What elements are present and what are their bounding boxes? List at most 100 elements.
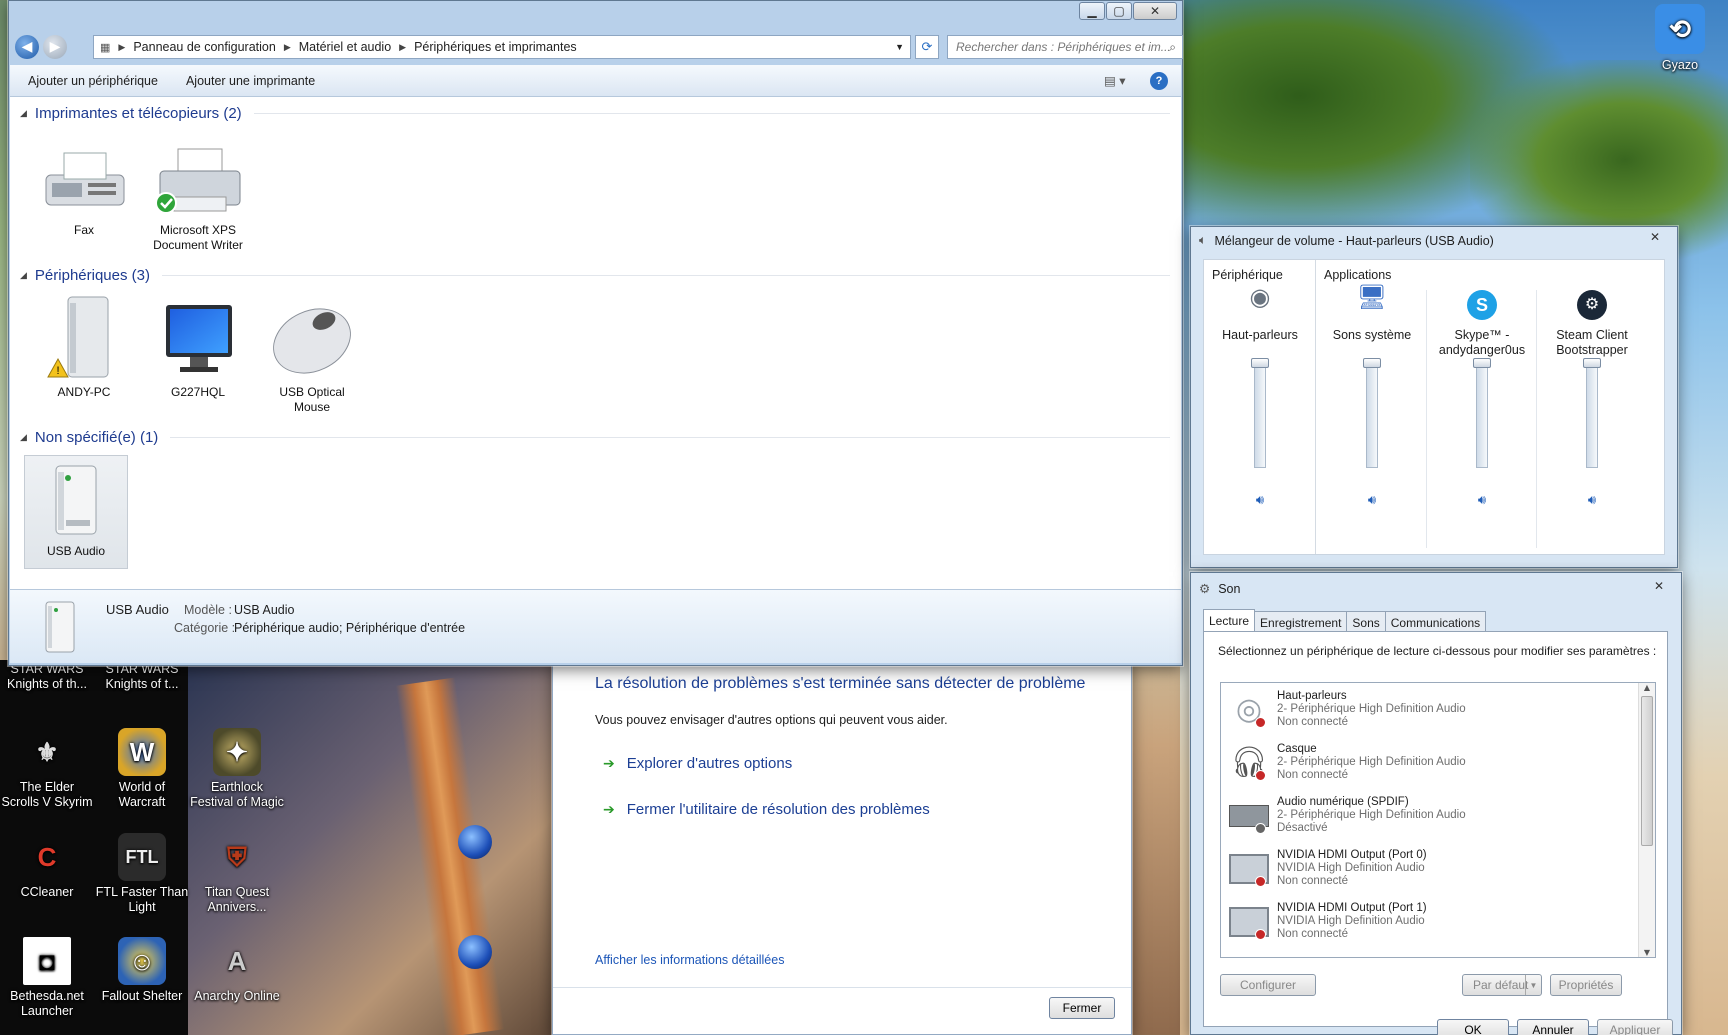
breadcrumb-separator-icon: ▶ [283, 41, 291, 52]
list-item[interactable]: ◎ Haut-parleurs 2- Périphérique High Defi… [1221, 683, 1639, 736]
minimize-button[interactable]: ▁ [1079, 2, 1105, 20]
search-input[interactable]: Rechercher dans : Périphériques et im...… [947, 35, 1183, 59]
troubleshooter-subtitle: Vous pouvez envisager d'autres options q… [595, 713, 948, 727]
control-panel-icon: ▦ [100, 41, 111, 54]
device-mouse[interactable]: USB Optical Mouse [260, 299, 364, 415]
spdif-icon [1221, 789, 1277, 842]
device-status: Non connecté [1277, 875, 1348, 887]
add-device-button[interactable]: Ajouter un périphérique [10, 74, 172, 88]
details-pane: USB Audio Modèle : USB Audio Catégorie :… [10, 589, 1181, 663]
help-icon[interactable]: ? [1150, 71, 1168, 90]
device-name: Haut-parleurs [1277, 690, 1347, 702]
breadcrumb-item[interactable]: Panneau de configuration [133, 40, 275, 54]
refresh-icon[interactable]: ⟳ [915, 35, 939, 59]
mixer-titlebar: 🔈︎ Mélangeur de volume - Haut-parleurs (… [1199, 233, 1494, 248]
set-default-button[interactable]: Par défaut ▼ [1462, 974, 1542, 996]
list-item[interactable]: 🎧︎ Casque 2- Périphérique High Definition… [1221, 736, 1639, 789]
group-header-unspecified[interactable]: ◢ Non spécifié(e) (1) [20, 429, 1170, 446]
sound-close-button[interactable]: ✕ [1643, 577, 1675, 595]
details-category-label: Catégorie : [174, 621, 236, 635]
apply-button[interactable]: Appliquer [1597, 1019, 1673, 1035]
mute-speaker-icon[interactable]: 🔊︎ [1252, 492, 1268, 507]
explore-options-link[interactable]: ➔ Explorer d'autres options [603, 755, 792, 772]
desktop-icon-earthlock[interactable]: ✦ Earthlock Festival of Magic [190, 728, 284, 810]
close-window-button[interactable]: ✕ [1133, 2, 1177, 20]
back-icon[interactable]: ◀ [15, 35, 39, 59]
list-item[interactable]: NVIDIA HDMI Output (Port 0) NVIDIA High D… [1221, 842, 1639, 895]
scroll-up-icon[interactable]: ▲ [1639, 683, 1655, 692]
mute-speaker-icon[interactable]: 🔊︎ [1364, 492, 1380, 507]
breadcrumb-item[interactable]: Périphériques et imprimantes [414, 40, 577, 54]
explorer-window: ▁ ▢ ✕ ◀ ▶ ▦ ▶ Panneau de configuration ▶… [8, 0, 1183, 666]
scrollbar-thumb[interactable] [1641, 696, 1653, 846]
close-button[interactable]: Fermer [1049, 997, 1115, 1019]
close-troubleshooter-link[interactable]: ➔ Fermer l'utilitaire de résolution des … [603, 801, 930, 818]
configure-button[interactable]: Configurer [1220, 974, 1316, 996]
device-label: G227HQL [170, 385, 226, 399]
desktop-icon-ftl[interactable]: FTL FTL Faster Than Light [95, 833, 189, 915]
channel-skype: S Skype™ - andydanger0us 🔊︎ [1428, 260, 1536, 554]
usb-audio-device-icon [40, 600, 80, 657]
device-monitor[interactable]: G227HQL [146, 299, 250, 400]
volume-slider-thumb[interactable] [1473, 358, 1491, 368]
device-status: Non connecté [1277, 716, 1348, 728]
address-bar[interactable]: ▦ ▶ Panneau de configuration ▶ Matériel … [93, 35, 911, 59]
list-item[interactable]: NVIDIA HDMI Output (Port 1) NVIDIA High D… [1221, 895, 1639, 948]
desktop-icon-star-wars-1[interactable]: STAR WARS Knights of th... [0, 662, 94, 692]
device-fax[interactable]: Fax [32, 137, 136, 238]
skyrim-icon: ⚜ [35, 736, 59, 767]
scroll-down-icon[interactable]: ▼ [1639, 948, 1655, 957]
search-icon: ⌕ [1169, 39, 1176, 54]
details-link[interactable]: Afficher les informations détaillées [595, 953, 784, 967]
add-printer-button[interactable]: Ajouter une imprimante [172, 74, 329, 88]
forward-icon[interactable]: ▶ [43, 35, 67, 59]
volume-slider[interactable] [1476, 358, 1488, 468]
desktop-icon-fallout-shelter[interactable]: ☺ Fallout Shelter [95, 937, 189, 1004]
desktop-icon-star-wars-2[interactable]: STAR WARS Knights of t... [95, 662, 189, 692]
breadcrumb-item[interactable]: Matériel et audio [299, 40, 391, 54]
device-andy-pc[interactable]: ! ANDY-PC [32, 296, 136, 400]
desktop-icon-skyrim[interactable]: ⚜ The Elder Scrolls V Skyrim [0, 728, 94, 810]
chevron-down-icon[interactable]: ▼ [895, 42, 904, 52]
playback-panel: Sélectionnez un périphérique de lecture … [1203, 631, 1668, 1027]
explore-options-label: Explorer d'autres options [626, 755, 793, 772]
wow-label: World of Warcraft [118, 780, 166, 809]
mixer-title: Mélangeur de volume - Haut-parleurs (USB… [1214, 233, 1494, 248]
not-connected-icon [1255, 876, 1266, 887]
speaker-device-icon: ◉ [1249, 284, 1271, 311]
list-item[interactable]: Audio numérique (SPDIF) 2- Périphérique H… [1221, 789, 1639, 842]
desktop-icon-anarchy-online[interactable]: A Anarchy Online [190, 937, 284, 1004]
fax-icon [32, 137, 136, 217]
mute-speaker-icon[interactable]: 🔊︎ [1474, 492, 1490, 507]
view-options-icon[interactable]: ▤ ▾ [1090, 73, 1140, 88]
list-scrollbar[interactable]: ▲ ▼ [1638, 683, 1655, 957]
speaker-device-icon: ◎ [1221, 683, 1277, 736]
skype-icon: S [1467, 290, 1497, 320]
desktop-icon-wow[interactable]: W World of Warcraft [95, 728, 189, 810]
group-header-devices[interactable]: ◢ Périphériques (3) [20, 267, 1170, 284]
desktop-icon-titan-quest[interactable]: ⛨ Titan Quest Annivers... [190, 833, 284, 915]
volume-slider-thumb[interactable] [1251, 358, 1269, 368]
properties-button[interactable]: Propriétés [1550, 974, 1622, 996]
mute-speaker-icon[interactable]: 🔊︎ [1584, 492, 1600, 507]
sound-dialog: ⚙ Son ✕ Lecture Enregistrement Sons Comm… [1190, 572, 1682, 1035]
desktop-icon-gyazo[interactable]: ⟲ Gyazo [1632, 0, 1728, 73]
device-xps-writer[interactable]: Microsoft XPS Document Writer [146, 137, 250, 253]
volume-slider-thumb[interactable] [1583, 358, 1601, 368]
volume-slider[interactable] [1254, 358, 1266, 468]
ok-button[interactable]: OK [1437, 1019, 1509, 1035]
chevron-down-icon[interactable]: ▼ [1525, 975, 1541, 995]
channel-system-sounds: 🖥︎ Sons système 🔊︎ [1318, 260, 1426, 554]
device-usb-audio[interactable]: USB Audio [24, 455, 128, 569]
desktop-icon-ccleaner[interactable]: C CCleaner [0, 833, 94, 900]
device-label: Microsoft XPS Document Writer [153, 223, 243, 252]
group-header-printers[interactable]: ◢ Imprimantes et télécopieurs (2) [20, 105, 1170, 122]
desktop-icon-bethesda[interactable]: ◘ Bethesda.net Launcher [0, 937, 94, 1019]
volume-slider-thumb[interactable] [1363, 358, 1381, 368]
volume-slider[interactable] [1366, 358, 1378, 468]
mixer-close-button[interactable]: ✕ [1639, 229, 1671, 245]
playback-instruction: Sélectionnez un périphérique de lecture … [1218, 644, 1657, 658]
maximize-button[interactable]: ▢ [1106, 2, 1132, 20]
volume-slider[interactable] [1586, 358, 1598, 468]
cancel-button[interactable]: Annuler [1517, 1019, 1589, 1035]
